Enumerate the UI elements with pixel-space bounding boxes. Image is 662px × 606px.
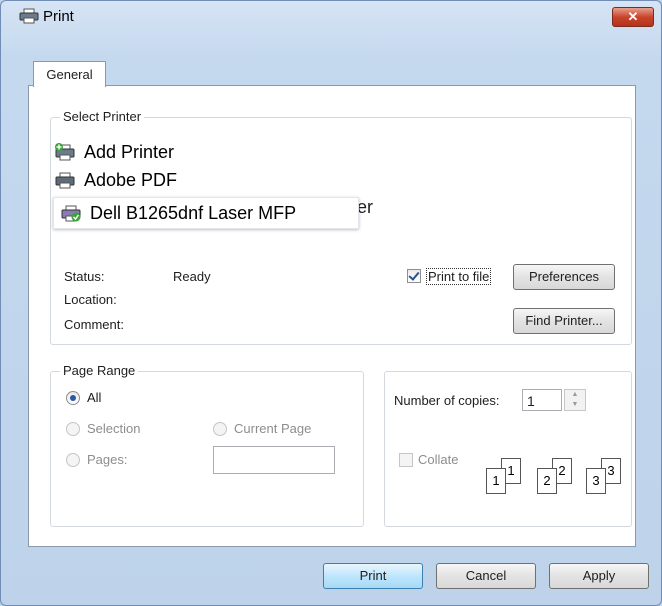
printer-icon xyxy=(55,172,75,189)
print-dialog: Print ✕ General Select Printer Add Print… xyxy=(0,0,662,606)
current-page-label[interactable]: Current Page xyxy=(234,421,311,436)
printer-label: Dell B1265dnf Laser MFP xyxy=(90,203,297,223)
comment-label: Comment: xyxy=(64,317,124,332)
pages-radio[interactable] xyxy=(66,453,80,467)
page-range-label: Page Range xyxy=(60,363,139,378)
pages-input[interactable] xyxy=(213,446,335,474)
spin-up-icon[interactable]: ▲ xyxy=(565,390,585,400)
status-value: Ready xyxy=(173,269,211,284)
print-to-file-checkbox[interactable] xyxy=(407,269,421,283)
collate-sheet: 3 xyxy=(586,468,606,494)
select-printer-label: Select Printer xyxy=(60,109,145,124)
pages-label[interactable]: Pages: xyxy=(87,452,127,467)
printer-label: Add Printer xyxy=(84,142,175,162)
printer-icon xyxy=(19,8,39,24)
preferences-button[interactable]: Preferences xyxy=(513,264,615,290)
hidden-printer-text: er xyxy=(357,197,374,217)
current-page-radio[interactable] xyxy=(213,422,227,436)
cancel-button[interactable]: Cancel xyxy=(436,563,536,589)
default-printer-icon xyxy=(61,205,81,222)
collate-sheet: 2 xyxy=(537,468,557,494)
collate-checkbox[interactable] xyxy=(399,453,413,467)
copies-label: Number of copies: xyxy=(394,393,500,408)
find-printer-button[interactable]: Find Printer... xyxy=(513,308,615,334)
add-printer-icon xyxy=(55,143,75,161)
status-label: Status: xyxy=(64,269,105,284)
window-title: Print xyxy=(43,8,74,25)
close-button[interactable]: ✕ xyxy=(612,7,654,27)
printer-item-dell[interactable]: Dell B1265dnf Laser MFP xyxy=(53,197,359,229)
print-to-file-label[interactable]: Print to file xyxy=(426,268,492,285)
printer-label: Adobe PDF xyxy=(84,170,178,190)
spin-down-icon[interactable]: ▼ xyxy=(565,400,585,410)
copies-input[interactable]: 1 xyxy=(522,389,562,411)
copies-spinner[interactable]: ▲ ▼ xyxy=(564,389,586,411)
all-radio[interactable] xyxy=(66,391,80,405)
all-label[interactable]: All xyxy=(87,390,101,405)
collate-label[interactable]: Collate xyxy=(418,452,458,467)
collate-sheet: 1 xyxy=(486,468,506,494)
tab-general[interactable]: General xyxy=(33,61,106,87)
selection-radio[interactable] xyxy=(66,422,80,436)
apply-button[interactable]: Apply xyxy=(549,563,649,589)
title-bar[interactable]: Print ✕ xyxy=(1,1,661,31)
print-button[interactable]: Print xyxy=(323,563,423,589)
location-label: Location: xyxy=(64,292,117,307)
selection-label[interactable]: Selection xyxy=(87,421,140,436)
